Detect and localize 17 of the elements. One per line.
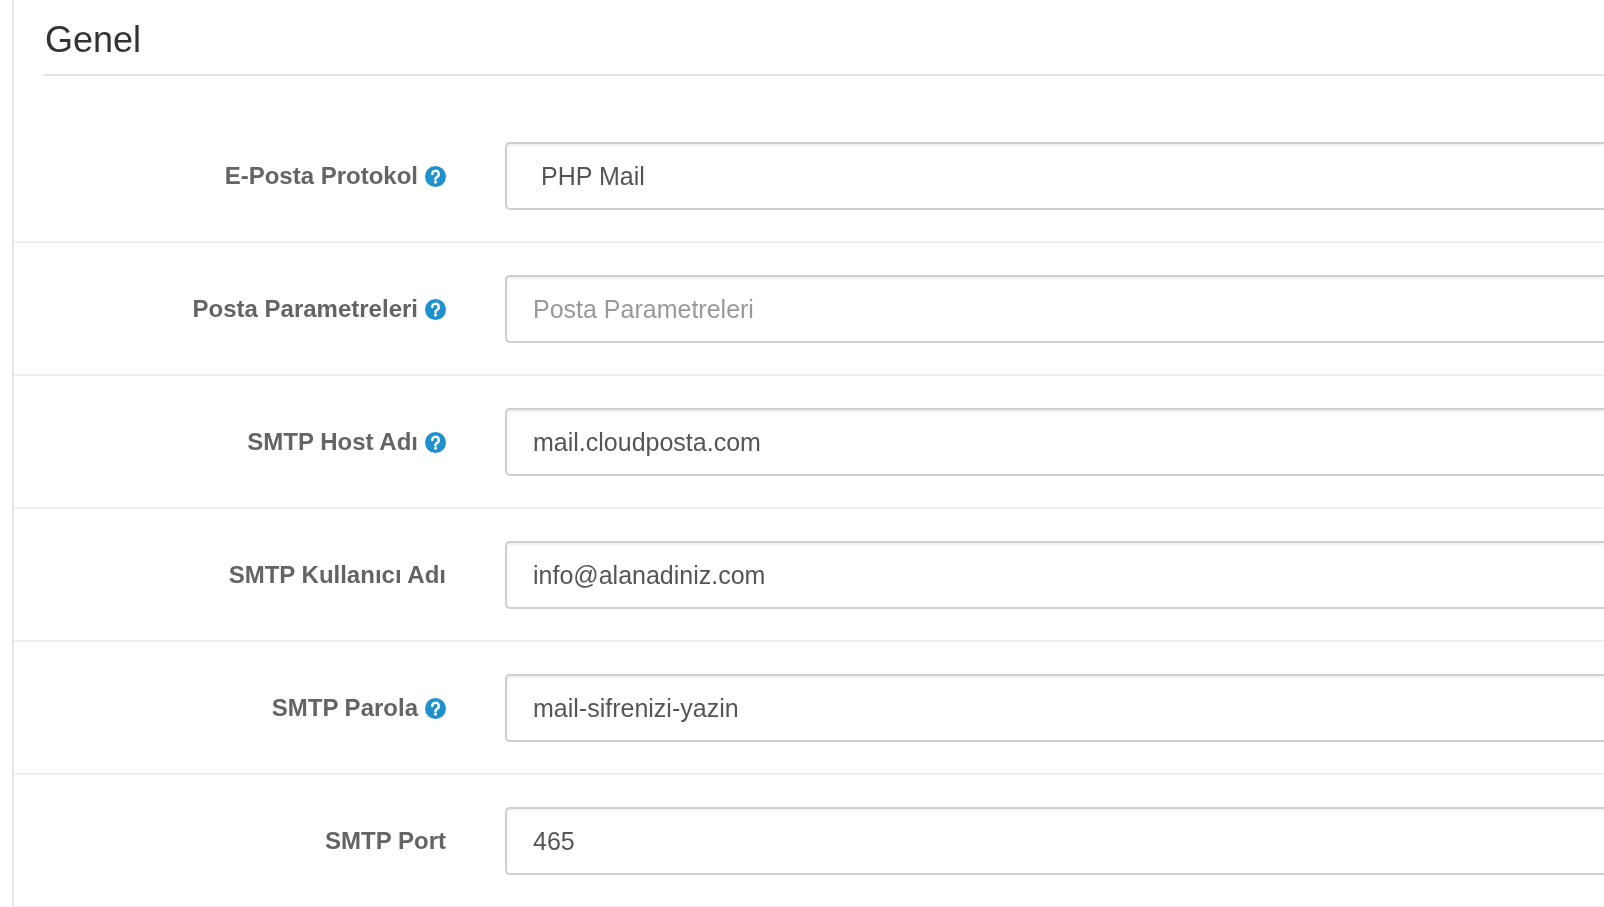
section-title: Genel (45, 20, 142, 60)
input-field[interactable]: Posta Parametreleri (505, 275, 1604, 343)
help-icon[interactable] (425, 697, 446, 719)
field-label: Posta Parametreleri (192, 295, 418, 323)
help-icon[interactable] (425, 165, 446, 187)
field-label: E-Posta Protokol (224, 162, 418, 190)
field-label: SMTP Kullanıcı Adı (228, 561, 446, 589)
input-field[interactable]: 465 (505, 807, 1604, 875)
input-field[interactable]: mail.cloudposta.com (505, 408, 1604, 476)
field-label: SMTP Port (325, 827, 446, 855)
help-icon[interactable] (425, 298, 446, 320)
input-field[interactable]: info@alanadiniz.com (505, 541, 1604, 609)
field-label: SMTP Host Adı (247, 428, 418, 456)
input-field[interactable]: mail-sifrenizi-yazin (505, 674, 1604, 742)
field-label: SMTP Parola (271, 694, 418, 722)
help-icon[interactable] (425, 431, 446, 453)
protocol-select[interactable]: PHP Mail (505, 142, 1604, 210)
